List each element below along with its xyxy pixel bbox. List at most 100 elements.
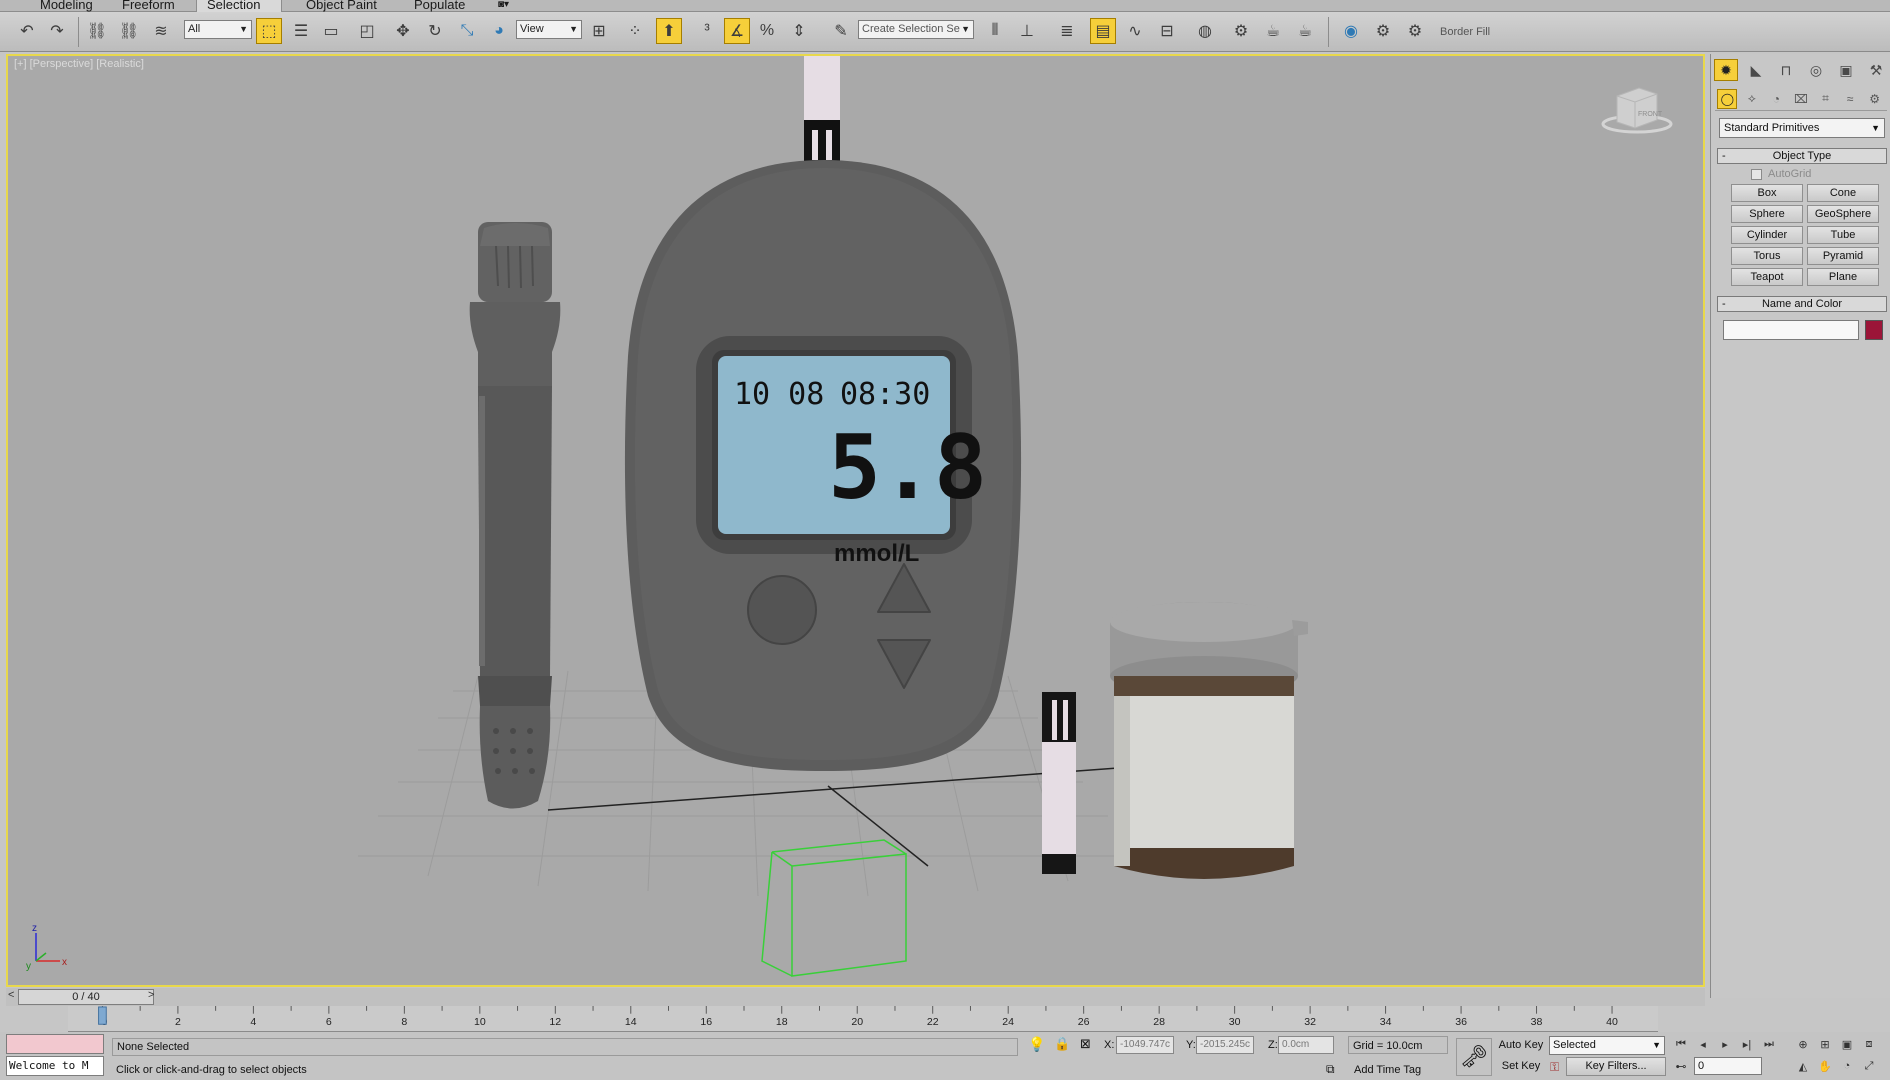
reference-coord-dropdown[interactable]: View ▼ [516,20,582,39]
primitive-category-dropdown[interactable]: Standard Primitives ▼ [1719,118,1885,138]
pan-icon[interactable]: ✋ [1816,1060,1834,1073]
maximize-viewport-icon[interactable]: ⤢ [1860,1060,1878,1073]
previous-frame-icon[interactable]: < [8,989,14,1001]
go-to-end-icon[interactable]: ⏭ [1760,1038,1778,1051]
link-icon[interactable]: ⛓ [84,18,110,44]
render-production-icon[interactable]: ☕ [1292,18,1318,44]
sphere-button[interactable]: Sphere [1731,205,1803,223]
isolate-bulb-icon[interactable]: 💡 [1028,1036,1045,1053]
percent-snap-icon[interactable]: % [754,18,780,44]
rectangular-selection-icon[interactable]: ▭ [318,18,344,44]
systems-icon[interactable]: ⚙ [1865,89,1885,109]
select-rotate-icon[interactable]: ↻ [422,18,448,44]
teapot-button[interactable]: Teapot [1731,268,1803,286]
perspective-viewport[interactable]: [+] [Perspective] [Realistic] 10 08 08:3… [6,54,1705,987]
border-fill-label[interactable]: Border Fill [1440,26,1490,38]
a360-icon[interactable]: ◉ [1338,18,1364,44]
cameras-icon[interactable]: ⌧ [1791,89,1811,109]
object-type-rollout[interactable]: - Object Type [1717,148,1887,164]
key-filter-icon[interactable]: ⚿ [1550,1060,1559,1075]
pyramid-button[interactable]: Pyramid [1807,247,1879,265]
render-setup-icon[interactable]: ⚙ [1228,18,1254,44]
select-move-icon[interactable]: ✥ [390,18,416,44]
maxscript-listener-input[interactable]: Welcome to M [6,1056,104,1076]
absolute-mode-icon[interactable]: ⊠ [1080,1036,1091,1052]
play-icon[interactable]: ▸ [1716,1038,1734,1051]
keyboard-shortcut-override-icon[interactable]: ⬆ [656,18,682,44]
curve-editor-icon[interactable]: ∿ [1122,18,1148,44]
place-icon[interactable]: ◕ [486,18,512,44]
environment-gear-icon[interactable]: ⚙ [1370,18,1396,44]
next-key-icon[interactable]: ▸| [1738,1038,1756,1051]
viewcube[interactable]: FRONT [1601,82,1673,138]
edit-named-selection-icon[interactable]: ✎ [828,18,854,44]
set-key-button[interactable]: Set Key [1498,1058,1544,1076]
orbit-icon[interactable]: ◔ [1838,1060,1856,1072]
helpers-icon[interactable]: ⌗ [1816,89,1836,109]
window-crossing-icon[interactable]: ◰ [354,18,380,44]
spinner-snap-icon[interactable]: ⇕ [786,18,812,44]
key-mode-toggle-icon[interactable]: ⊷ [1672,1060,1690,1073]
material-editor-icon[interactable]: ◍ [1192,18,1218,44]
z-coord-field[interactable]: 0.0cm [1278,1036,1334,1054]
zoom-extents-all-icon[interactable]: ⧈ [1860,1038,1878,1051]
zoom-all-icon[interactable]: ⊞ [1816,1038,1834,1051]
geosphere-button[interactable]: GeoSphere [1807,205,1879,223]
shapes-icon[interactable]: ⟡ [1742,89,1762,109]
plane-button[interactable]: Plane [1807,268,1879,286]
align-icon[interactable]: ⊥ [1014,18,1040,44]
toggle-scene-explorer-icon[interactable]: ▤ [1090,18,1116,44]
tube-button[interactable]: Tube [1807,226,1879,244]
display-tab-icon[interactable]: ▣ [1834,59,1858,81]
key-filters-button[interactable]: Key Filters... [1566,1057,1666,1076]
cylinder-button[interactable]: Cylinder [1731,226,1803,244]
cone-button[interactable]: Cone [1807,184,1879,202]
key-mode-dropdown[interactable]: Selected ▼ [1549,1036,1665,1055]
unlink-icon[interactable]: ⛓ [116,18,142,44]
x-coord-field[interactable]: -1049.747c [1116,1036,1174,1054]
auto-key-button[interactable]: Auto Key [1498,1037,1544,1055]
name-and-color-rollout[interactable]: - Name and Color [1717,296,1887,312]
select-by-name-icon[interactable]: ☰ [288,18,314,44]
modify-tab-icon[interactable]: ◣ [1744,59,1768,81]
track-bar[interactable]: 0246810121416182022242628303234363840 [68,1006,1658,1032]
named-selection-dropdown[interactable]: Create Selection Se ▼ [858,20,974,39]
maxscript-listener-pink[interactable] [6,1034,104,1054]
add-time-tag-button[interactable]: Add Time Tag [1354,1064,1421,1076]
set-key-key-icon[interactable]: 🗝 [1456,1038,1492,1076]
hierarchy-tab-icon[interactable]: ⊓ [1774,59,1798,81]
previous-key-icon[interactable]: ◂ [1694,1038,1712,1051]
select-manipulate-icon[interactable]: ⁘ [622,18,648,44]
go-to-start-icon[interactable]: ⏮ [1672,1038,1690,1051]
object-name-input[interactable] [1723,320,1859,340]
lights-icon[interactable]: ◔ [1766,89,1786,109]
y-coord-field[interactable]: -2015.245c [1196,1036,1254,1054]
schematic-view-icon[interactable]: ⊟ [1154,18,1180,44]
torus-button[interactable]: Torus [1731,247,1803,265]
autogrid-checkbox[interactable]: AutoGrid [1751,168,1811,180]
angle-snap-icon[interactable]: ∡ [724,18,750,44]
create-tab-icon[interactable]: ✹ [1714,59,1738,81]
undo-icon[interactable]: ↶ [14,18,40,44]
selection-filter-dropdown[interactable]: All ▼ [184,20,252,39]
geometry-icon[interactable]: ◯ [1717,88,1738,109]
selection-lock-icon[interactable]: 🔒 [1054,1036,1070,1052]
layer-explorer-icon[interactable]: ≣ [1054,18,1080,44]
mirror-icon[interactable]: ⫴ [982,18,1008,44]
box-button[interactable]: Box [1731,184,1803,202]
effects-gear-icon[interactable]: ⚙ [1402,18,1428,44]
next-frame-icon[interactable]: > [148,989,154,1001]
pivot-center-icon[interactable]: ⊞ [586,18,612,44]
utilities-tab-icon[interactable]: ⚒ [1864,59,1888,81]
time-slider[interactable]: < 0 / 40 > [6,988,1705,1006]
time-slider-handle[interactable]: 0 / 40 [18,989,154,1005]
object-color-swatch[interactable] [1865,320,1883,340]
zoom-extents-icon[interactable]: ▣ [1838,1038,1856,1051]
field-of-view-icon[interactable]: ◭ [1794,1060,1812,1073]
current-frame-field[interactable]: 0 [1694,1057,1762,1075]
select-object-icon[interactable]: ⬚ [256,18,282,44]
snaps-toggle-icon[interactable]: ³ [694,18,720,44]
motion-tab-icon[interactable]: ◎ [1804,59,1828,81]
rendered-frame-window-icon[interactable]: ☕ [1260,18,1286,44]
bind-space-warp-icon[interactable]: ≋ [148,18,174,44]
